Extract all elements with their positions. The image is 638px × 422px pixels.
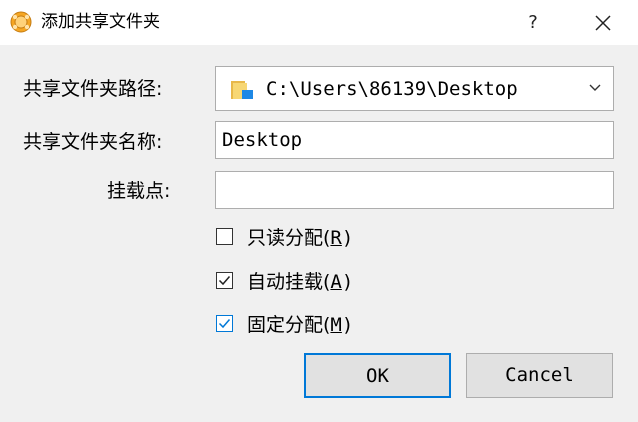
checkmark-icon [218, 319, 231, 329]
close-button[interactable] [580, 6, 626, 40]
cancel-button[interactable]: Cancel [466, 353, 613, 398]
mount-point-input[interactable] [215, 171, 614, 209]
permanent-checkbox-label: 固定分配(M) [247, 314, 354, 336]
chevron-down-icon[interactable] [589, 83, 601, 93]
folder-icon [231, 81, 253, 99]
automount-checkbox-label: 自动挂载(A) [247, 271, 354, 293]
readonly-checkbox-box[interactable] [216, 228, 233, 245]
ok-button[interactable]: OK [304, 353, 451, 398]
title-bar: 添加共享文件夹 ? [0, 0, 638, 45]
window-title: 添加共享文件夹 [41, 12, 160, 32]
permanent-checkbox-box[interactable] [216, 315, 233, 332]
automount-checkbox-box[interactable] [216, 272, 233, 289]
checkmark-icon [218, 276, 231, 286]
readonly-checkbox-label: 只读分配(R) [247, 227, 354, 249]
mount-point-label: 挂载点: [107, 180, 171, 202]
path-label: 共享文件夹路径: [23, 78, 163, 100]
virtualbox-cube-icon [10, 11, 32, 33]
close-icon [595, 15, 611, 31]
path-value: C:\Users\86139\Desktop [266, 78, 518, 100]
help-button[interactable]: ? [510, 6, 556, 40]
path-combobox[interactable]: C:\Users\86139\Desktop [215, 66, 614, 111]
name-input[interactable]: Desktop [215, 121, 614, 159]
name-label: 共享文件夹名称: [23, 131, 163, 153]
